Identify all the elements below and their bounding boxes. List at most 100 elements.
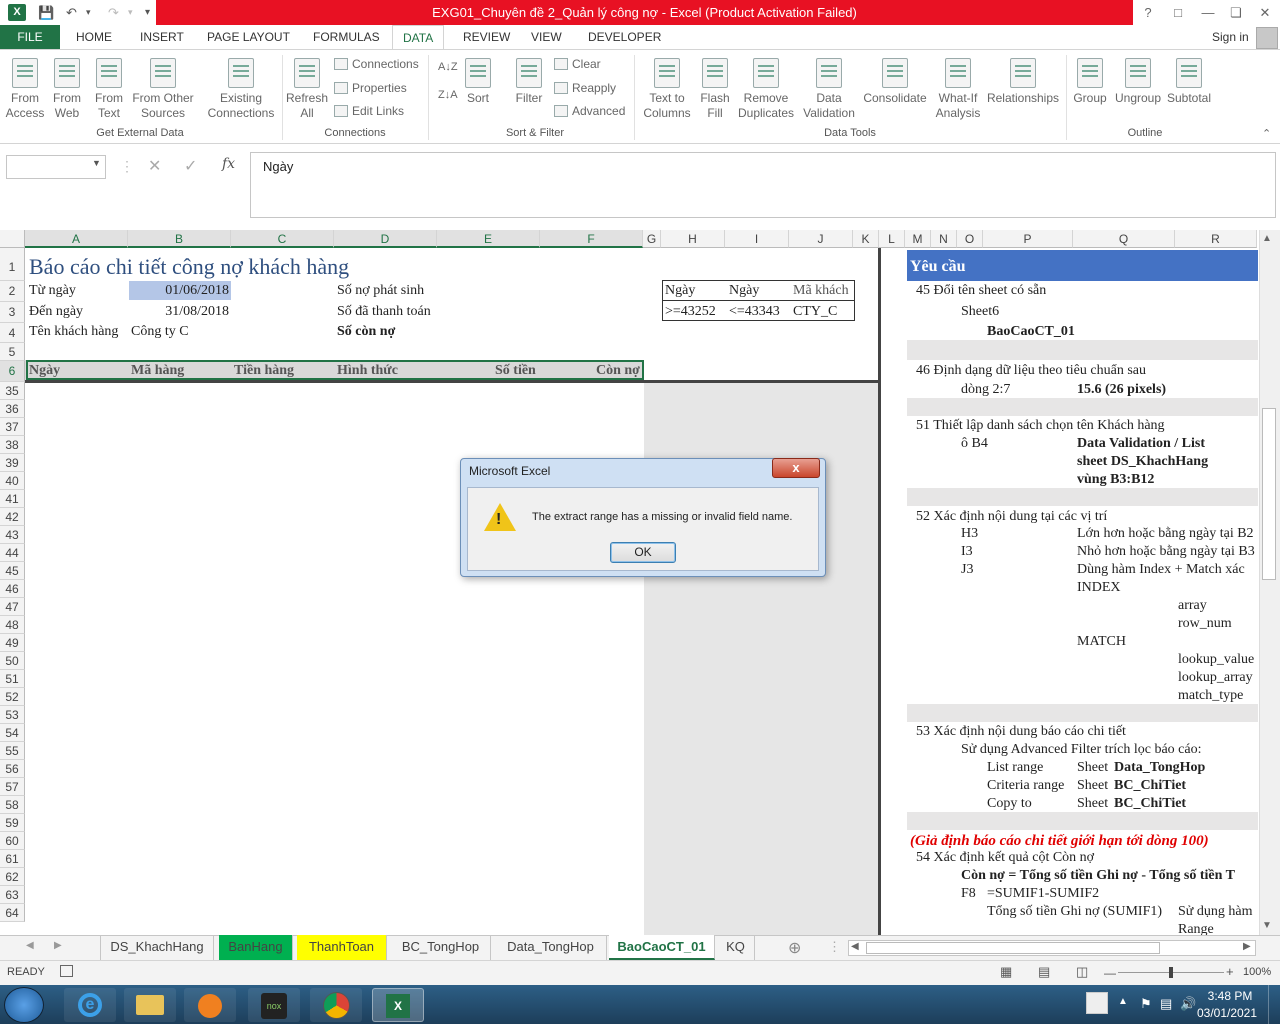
- row-header-6[interactable]: 6: [0, 361, 25, 382]
- sheet-tab-thanhtoan[interactable]: ThanhToan: [297, 935, 387, 960]
- row-header-2[interactable]: 2: [0, 281, 25, 302]
- consolidate-button[interactable]: Consolidate: [862, 58, 928, 106]
- row-header-63[interactable]: 63: [0, 886, 25, 904]
- clear-filter-button[interactable]: Clear: [554, 55, 601, 73]
- col-header-hinh-thuc[interactable]: Hình thức: [337, 362, 398, 380]
- tab-page-layout[interactable]: PAGE LAYOUT: [197, 25, 300, 49]
- cell-i3[interactable]: <=43343: [729, 303, 780, 321]
- internet-explorer-icon[interactable]: e: [64, 988, 116, 1022]
- row-header-5[interactable]: 5: [0, 343, 25, 361]
- row-header-56[interactable]: 56: [0, 760, 25, 778]
- column-header-k[interactable]: K: [853, 230, 879, 248]
- note-h3-text[interactable]: Lớn hơn hoặc bằng ngày tại B2: [1077, 525, 1258, 543]
- note-53[interactable]: 53 Xác định nội dung báo cáo chi tiết: [916, 723, 1126, 741]
- row-header-42[interactable]: 42: [0, 508, 25, 526]
- column-header-g[interactable]: G: [643, 230, 661, 248]
- sort-az-icon[interactable]: A↓Z Z↓A: [438, 60, 458, 110]
- from-web-button[interactable]: From Web: [48, 58, 86, 121]
- note-lookup-value[interactable]: lookup_value: [1178, 651, 1254, 669]
- row-header-49[interactable]: 49: [0, 634, 25, 652]
- note-i3-text[interactable]: Nhỏ hơn hoặc bằng ngày tại B3: [1077, 543, 1258, 561]
- tab-data[interactable]: DATA: [392, 25, 445, 49]
- remove-duplicates-button[interactable]: Remove Duplicates: [736, 58, 796, 121]
- note-46[interactable]: 46 Định dạng dữ liệu theo tiêu chuẩn sau: [916, 362, 1146, 380]
- undo-icon[interactable]: ↶: [66, 4, 77, 21]
- note-advanced[interactable]: Sử dụng Advanced Filter trích lọc báo cá…: [961, 741, 1201, 759]
- column-header-b[interactable]: B: [128, 230, 231, 248]
- row-header-59[interactable]: 59: [0, 814, 25, 832]
- close-window-icon[interactable]: ✕: [1250, 0, 1280, 25]
- note-copy-to[interactable]: Copy to: [987, 795, 1032, 813]
- file-explorer-icon[interactable]: [124, 988, 176, 1022]
- note-match-type[interactable]: match_type: [1178, 687, 1243, 705]
- column-header-d[interactable]: D: [334, 230, 437, 248]
- connections-button[interactable]: Connections: [334, 55, 419, 73]
- row-header-3[interactable]: 3: [0, 302, 25, 323]
- note-lookup-array[interactable]: lookup_array: [1178, 669, 1253, 687]
- row-header-57[interactable]: 57: [0, 778, 25, 796]
- hscroll-right-icon[interactable]: ▶: [1243, 941, 1251, 952]
- name-box[interactable]: [6, 155, 106, 179]
- note-sheet-word-3[interactable]: Sheet: [1077, 795, 1108, 813]
- column-header-n[interactable]: N: [931, 230, 957, 248]
- row-header-37[interactable]: 37: [0, 418, 25, 436]
- cell-i2[interactable]: Ngày: [729, 282, 759, 300]
- tab-home[interactable]: HOME: [66, 25, 122, 49]
- tab-view[interactable]: VIEW: [521, 25, 572, 49]
- redo-icon[interactable]: ↷: [108, 4, 119, 21]
- note-criteria-range-value[interactable]: BC_ChiTiet: [1114, 777, 1186, 795]
- scroll-up-icon[interactable]: ▲: [1262, 233, 1272, 244]
- filter-button[interactable]: Filter: [512, 58, 546, 106]
- row-header-1[interactable]: 1: [0, 248, 25, 281]
- note-match[interactable]: MATCH: [1077, 633, 1126, 651]
- page-layout-view-icon[interactable]: ▤: [1038, 964, 1050, 980]
- column-header-f[interactable]: F: [540, 230, 643, 248]
- name-box-dropdown-icon[interactable]: ▼: [92, 158, 101, 168]
- note-su-dung-ham[interactable]: Sử dụng hàm: [1178, 903, 1258, 921]
- note-list-range[interactable]: List range: [987, 759, 1043, 777]
- notes-title[interactable]: Yêu cầu: [910, 258, 966, 276]
- note-rownum[interactable]: row_num: [1178, 615, 1232, 633]
- note-range[interactable]: Range: [1178, 921, 1214, 935]
- cell-a4[interactable]: Tên khách hàng: [29, 323, 118, 341]
- note-tong-so-tien[interactable]: Tổng số tiền Ghi nợ (SUMIF1): [987, 903, 1162, 921]
- column-header-p[interactable]: P: [983, 230, 1073, 248]
- group-button[interactable]: Group: [1070, 58, 1110, 106]
- subtotal-button[interactable]: Subtotal: [1164, 58, 1214, 106]
- tab-developer[interactable]: DEVELOPER: [578, 25, 671, 49]
- from-other-sources-button[interactable]: From Other Sources: [130, 58, 196, 121]
- from-text-button[interactable]: From Text: [90, 58, 128, 121]
- normal-view-icon[interactable]: ▦: [1000, 964, 1012, 980]
- row-header-60[interactable]: 60: [0, 832, 25, 850]
- refresh-all-button[interactable]: Refresh All: [286, 58, 328, 121]
- dialog-ok-button[interactable]: OK: [610, 542, 676, 563]
- note-dong27[interactable]: dòng 2:7: [961, 381, 1010, 399]
- what-if-analysis-button[interactable]: What-If Analysis: [932, 58, 984, 121]
- row-header-55[interactable]: 55: [0, 742, 25, 760]
- formula-input[interactable]: Ngày: [250, 152, 1276, 218]
- col-header-tien-hang[interactable]: Tiền hàng: [234, 362, 294, 380]
- edit-links-button[interactable]: Edit Links: [334, 102, 404, 120]
- zoom-level[interactable]: 100%: [1243, 966, 1271, 978]
- row-header-4[interactable]: 4: [0, 323, 25, 343]
- note-54[interactable]: 54 Xác định kết quả cột Còn nợ: [916, 849, 1094, 867]
- column-header-r[interactable]: R: [1175, 230, 1257, 248]
- note-ob4[interactable]: ô B4: [961, 435, 988, 453]
- tab-scroll-left-icon[interactable]: ◀: [26, 940, 34, 951]
- customize-qat-icon[interactable]: ▾: [145, 4, 150, 21]
- row-header-51[interactable]: 51: [0, 670, 25, 688]
- start-button-icon[interactable]: [4, 987, 44, 1023]
- dialog-close-button[interactable]: x: [772, 458, 820, 478]
- row-header-36[interactable]: 36: [0, 400, 25, 418]
- row-header-64[interactable]: 64: [0, 904, 25, 922]
- note-45[interactable]: 45 Đổi tên sheet có sẵn: [916, 282, 1046, 300]
- flash-fill-button[interactable]: Flash Fill: [696, 58, 734, 121]
- cell-j2[interactable]: Mã khách: [793, 282, 849, 300]
- cell-a2[interactable]: Từ ngày: [29, 282, 76, 300]
- note-51[interactable]: 51 Thiết lập danh sách chọn tên Khách hà…: [916, 417, 1165, 435]
- help-icon[interactable]: ?: [1133, 0, 1163, 25]
- note-52[interactable]: 52 Xác định nội dung tại các vị trí: [916, 508, 1107, 526]
- media-player-icon[interactable]: [184, 988, 236, 1022]
- row-header-61[interactable]: 61: [0, 850, 25, 868]
- existing-connections-button[interactable]: Existing Connections: [204, 58, 278, 121]
